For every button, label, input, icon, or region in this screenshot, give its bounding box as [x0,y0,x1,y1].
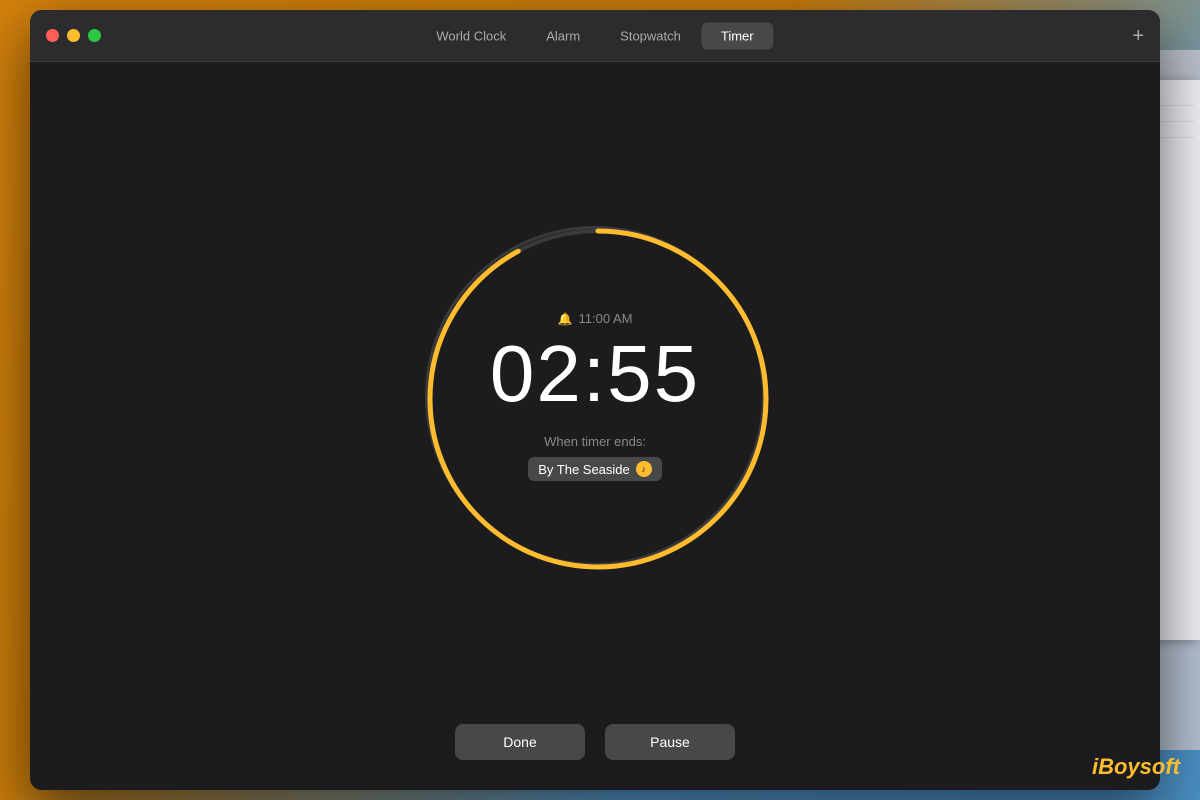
tab-timer[interactable]: Timer [701,22,774,49]
when-ends-label: When timer ends: [544,434,646,449]
close-button[interactable] [46,29,59,42]
timer-container: 🔔 11:00 AM 02:55 When timer ends: By The… [425,226,765,566]
add-button[interactable]: + [1132,26,1144,46]
done-button[interactable]: Done [455,724,585,760]
timer-circle: 🔔 11:00 AM 02:55 When timer ends: By The… [425,226,765,566]
timer-digits: 02:55 [490,334,700,414]
alarm-time-label: 🔔 11:00 AM [558,311,633,326]
pause-button[interactable]: Pause [605,724,735,760]
sound-badge[interactable]: By The Seaside ♪ [528,457,662,481]
maximize-button[interactable] [88,29,101,42]
title-bar: World Clock Alarm Stopwatch Timer + [30,10,1160,62]
bottom-buttons: Done Pause [455,724,735,760]
main-window: World Clock Alarm Stopwatch Timer + [30,10,1160,790]
minimize-button[interactable] [67,29,80,42]
traffic-lights [46,29,101,42]
tab-stopwatch[interactable]: Stopwatch [600,22,701,49]
sound-name: By The Seaside [538,462,630,477]
bell-icon: 🔔 [558,312,573,326]
content-area: 🔔 11:00 AM 02:55 When timer ends: By The… [30,62,1160,790]
tab-bar: World Clock Alarm Stopwatch Timer [416,22,773,49]
alarm-time-text: 11:00 AM [578,311,632,326]
tab-world-clock[interactable]: World Clock [416,22,526,49]
tab-alarm[interactable]: Alarm [526,22,600,49]
sound-icon: ♪ [636,461,652,477]
